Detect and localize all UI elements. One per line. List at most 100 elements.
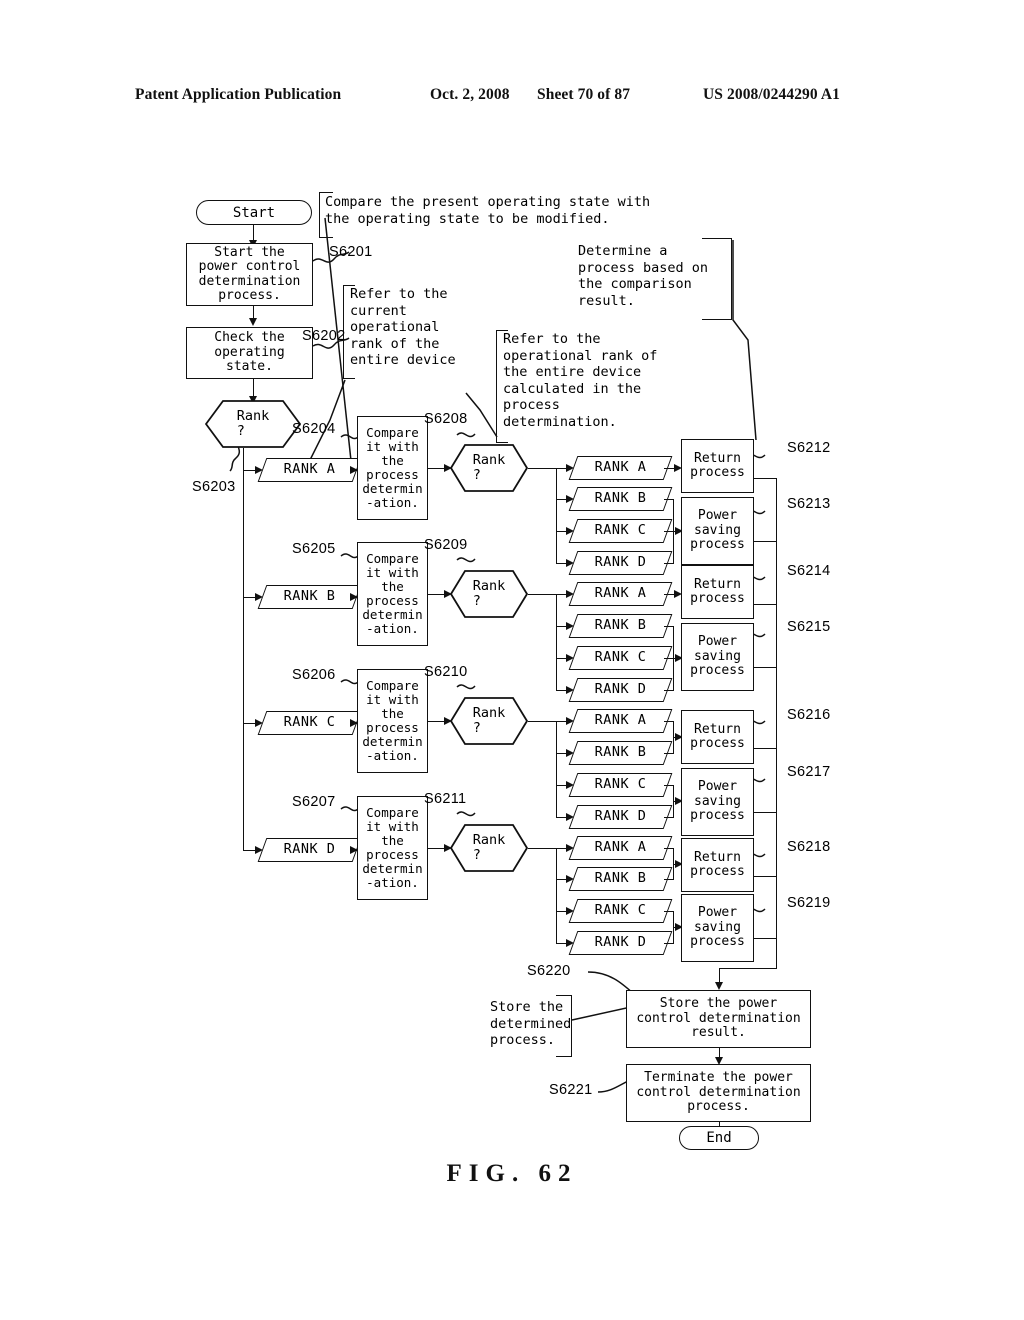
- data-rank-c-g3: RANK C: [568, 773, 673, 797]
- collector-tap-s6218: [754, 876, 776, 877]
- collector-tap-s6216: [754, 748, 776, 749]
- process-return-s6214: Return process: [681, 565, 754, 619]
- data-rank-a-g4-label: RANK A: [594, 839, 647, 855]
- data-rank-c-g2-label: RANK C: [594, 649, 647, 665]
- data-rank-a-g2-label: RANK A: [594, 585, 647, 601]
- connector-hex4-out: [528, 848, 556, 849]
- process-terminate-s6221: Terminate the power control determinatio…: [626, 1064, 811, 1122]
- process-return-s6216: Return process: [681, 710, 754, 764]
- data-rank-c-g4-label: RANK C: [594, 902, 647, 918]
- data-rank-d-g3: RANK D: [568, 805, 673, 829]
- data-rank-a-g3: RANK A: [568, 709, 673, 733]
- data-rank-c-g1-label: RANK C: [594, 522, 647, 538]
- bus-hex1-fanout: [556, 468, 557, 563]
- merge-d-g1: [664, 563, 674, 564]
- step-label-s6215: S6215: [787, 619, 831, 635]
- data-rank-b-g2: RANK B: [568, 614, 673, 638]
- decision-rank-s6211-label: Rank ?: [472, 832, 506, 863]
- data-rank-b-g4: RANK B: [568, 867, 673, 891]
- collector-bus-right: [776, 478, 777, 968]
- bus-hex3-fanout: [556, 721, 557, 817]
- annotation-refer-operational: Refer to the operational rank of the ent…: [503, 331, 658, 430]
- data-rank-d-g3-label: RANK D: [594, 808, 647, 824]
- merge-d-g2: [664, 690, 674, 691]
- figure-caption: FIG. 62: [446, 1160, 578, 1187]
- connector-hex3-out: [528, 721, 556, 722]
- process-return-s6212: Return process: [681, 439, 754, 493]
- process-store-result-s6220: Store the power control determination re…: [626, 990, 811, 1048]
- header-date: Oct. 2, 2008: [430, 86, 510, 103]
- step-label-s6208: S6208: [424, 411, 468, 427]
- decision-rank-s6208: Rank ?: [450, 444, 528, 492]
- annotation-refer-current: Refer to the current operational rank of…: [350, 286, 456, 368]
- data-rank-c-3-label: RANK C: [283, 714, 336, 730]
- header-sheet: Sheet 70 of 87: [537, 86, 631, 103]
- collector-tap-s6214: [754, 604, 776, 605]
- data-rank-b-g3-label: RANK B: [594, 744, 647, 760]
- step-label-s6212: S6212: [787, 440, 831, 456]
- collector-tap-s6212: [754, 478, 776, 479]
- data-rank-a-g4: RANK A: [568, 836, 673, 860]
- annotation-determine-process: Determine a process based on the compari…: [578, 243, 709, 309]
- merge-d2-g4: [664, 943, 674, 944]
- data-rank-d-g2: RANK D: [568, 678, 673, 702]
- data-rank-d-g1: RANK D: [568, 551, 673, 575]
- step-label-s6214: S6214: [787, 563, 831, 579]
- data-rank-d-g1-label: RANK D: [594, 554, 647, 570]
- process-power-saving-s6213: Power saving process: [681, 497, 754, 565]
- merge-d2-g3: [664, 817, 674, 818]
- merge-b2-g3: [664, 753, 674, 754]
- data-rank-c-g4: RANK C: [568, 899, 673, 923]
- decision-rank-s6209: Rank ?: [450, 570, 528, 618]
- data-rank-a-g1-label: RANK A: [594, 459, 647, 475]
- step-label-s6217: S6217: [787, 764, 831, 780]
- data-rank-d-g4-label: RANK D: [594, 934, 647, 950]
- patent-figure-page: Patent Application Publication Oct. 2, 2…: [0, 0, 1024, 1320]
- step-label-s6209: S6209: [424, 537, 468, 553]
- data-rank-d-4-label: RANK D: [283, 841, 336, 857]
- step-label-s6219: S6219: [787, 895, 831, 911]
- step-label-s6211: S6211: [424, 791, 467, 807]
- step-label-s6213: S6213: [787, 496, 831, 512]
- collector-tap-s6213: [754, 541, 776, 542]
- step-label-s6202: S6202: [302, 328, 346, 344]
- decision-rank-main: Rank ?: [205, 400, 301, 448]
- data-rank-a-g2: RANK A: [568, 582, 673, 606]
- step-label-s6216: S6216: [787, 707, 831, 723]
- bus-hex2-fanout: [556, 594, 557, 690]
- data-rank-d-4: RANK D: [257, 838, 362, 862]
- process-return-s6218: Return process: [681, 838, 754, 892]
- data-rank-d-g2-label: RANK D: [594, 681, 647, 697]
- arrowhead-s6201-to-s6202: [249, 318, 257, 326]
- bus-rank-branch-left: [243, 448, 244, 851]
- data-rank-b-g1: RANK B: [568, 487, 673, 511]
- step-label-s6205: S6205: [292, 541, 336, 557]
- data-rank-c-3: RANK C: [257, 711, 362, 735]
- header-patent-number: US 2008/0244290 A1: [703, 86, 841, 103]
- data-rank-b-g3: RANK B: [568, 741, 673, 765]
- bus-hex4-fanout: [556, 848, 557, 943]
- collector-tap-s6219: [754, 938, 776, 939]
- process-compare-3: Compare it with the process determin -at…: [357, 669, 428, 773]
- decision-rank-s6210-label: Rank ?: [472, 705, 506, 736]
- decision-rank-s6210: Rank ?: [450, 697, 528, 745]
- decision-rank-main-label: Rank ?: [236, 408, 270, 439]
- process-compare-2: Compare it with the process determin -at…: [357, 542, 428, 646]
- connector-hex1-out: [528, 468, 556, 469]
- collector-tap-s6215: [754, 667, 776, 668]
- data-rank-c-g3-label: RANK C: [594, 776, 647, 792]
- decision-rank-s6211: Rank ?: [450, 824, 528, 872]
- step-label-s6220: S6220: [527, 963, 571, 979]
- process-power-saving-s6215: Power saving process: [681, 623, 754, 691]
- process-compare-1: Compare it with the process determin -at…: [357, 416, 428, 520]
- annotation-store-determined: Store the determined process.: [490, 999, 572, 1048]
- end-terminator: End: [679, 1126, 759, 1150]
- start-terminator: Start: [196, 200, 312, 225]
- data-rank-b-2-label: RANK B: [283, 588, 336, 604]
- arrowhead-collector-to-store: [715, 982, 723, 990]
- process-compare-4: Compare it with the process determin -at…: [357, 796, 428, 900]
- step-label-s6218: S6218: [787, 839, 831, 855]
- step-label-s6204: S6204: [292, 421, 336, 437]
- step-label-s6201: S6201: [329, 244, 373, 260]
- publication-header: Patent Application Publication Oct. 2, 2…: [0, 86, 1024, 110]
